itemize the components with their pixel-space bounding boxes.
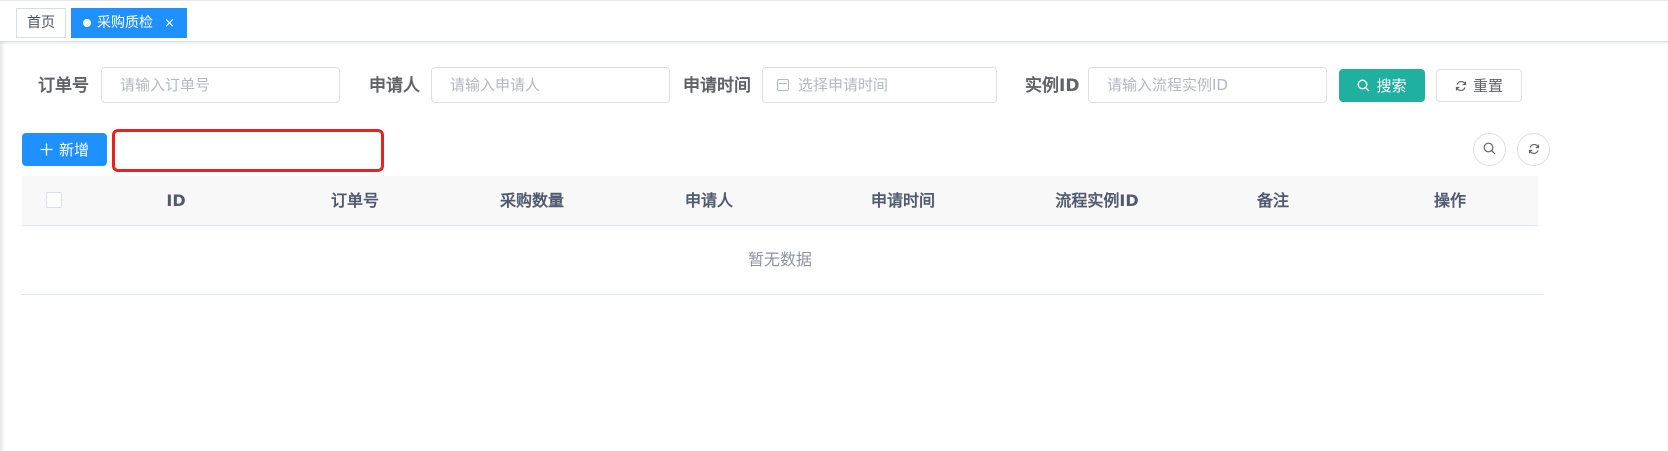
tab-home-label: 首页 <box>27 15 55 31</box>
plus-icon <box>40 143 53 156</box>
column-header-remark: 备注 <box>1256 191 1290 210</box>
add-button-label: 新增 <box>58 141 89 159</box>
instance-id-placeholder: 请输入流程实例ID <box>1107 76 1228 94</box>
column-header-order-number: 订单号 <box>330 191 380 210</box>
order-number-placeholder: 请输入订单号 <box>120 76 211 94</box>
highlight-annotation-box <box>112 129 384 172</box>
column-header-purchase-quantity: 采购数量 <box>499 191 565 210</box>
empty-data-text: 暂无数据 <box>747 250 812 269</box>
column-header-instance-id: 流程实例ID <box>1055 191 1139 210</box>
calendar-icon <box>777 79 789 91</box>
tags-view-bar: 首页 采购质检 × <box>0 0 1668 42</box>
search-button-label: 搜索 <box>1376 77 1407 95</box>
left-edge-shadow <box>0 0 5 451</box>
select-all-checkbox[interactable] <box>46 192 62 208</box>
add-button[interactable]: 新增 <box>22 133 107 166</box>
applicant-input[interactable]: 请输入申请人 <box>431 67 670 103</box>
reset-button-label: 重置 <box>1472 77 1503 95</box>
reset-button[interactable]: 重置 <box>1436 69 1522 102</box>
refresh-icon <box>1455 80 1467 92</box>
table-header: ID 订单号 采购数量 申请人 申请时间 流程实例ID 备注 操作 <box>22 176 1538 226</box>
applicant-label: 申请人 <box>369 76 420 96</box>
applicant-placeholder: 请输入申请人 <box>450 76 541 94</box>
app-root: 首页 采购质检 × 订单号 请输入订单号 申请人 请输入申请人 申请时间 选择申… <box>0 0 1668 451</box>
search-icon <box>1357 79 1370 92</box>
column-header-actions: 操作 <box>1433 191 1467 210</box>
active-dot-icon <box>83 19 91 27</box>
table-empty-row: 暂无数据 <box>22 226 1544 295</box>
apply-time-label: 申请时间 <box>683 76 751 96</box>
order-number-input[interactable]: 请输入订单号 <box>101 67 340 103</box>
tab-purchase-inspection[interactable]: 采购质检 × <box>71 8 187 38</box>
column-header-id: ID <box>166 191 186 210</box>
tab-home[interactable]: 首页 <box>16 8 66 38</box>
column-header-applicant: 申请人 <box>684 191 734 210</box>
search-button[interactable]: 搜索 <box>1339 69 1425 102</box>
instance-id-label: 实例ID <box>1025 76 1080 96</box>
search-icon <box>1483 140 1496 159</box>
toggle-search-button[interactable] <box>1473 133 1506 166</box>
tab-purchase-inspection-label: 采购质检 <box>97 15 153 31</box>
column-header-apply-time: 申请时间 <box>870 191 936 210</box>
refresh-table-button[interactable] <box>1517 133 1550 166</box>
apply-time-picker[interactable]: 选择申请时间 <box>762 67 997 103</box>
refresh-icon <box>1528 140 1540 159</box>
instance-id-input[interactable]: 请输入流程实例ID <box>1088 67 1327 103</box>
apply-time-placeholder: 选择申请时间 <box>798 76 889 94</box>
close-icon[interactable]: × <box>164 17 175 30</box>
order-number-label: 订单号 <box>38 76 89 96</box>
